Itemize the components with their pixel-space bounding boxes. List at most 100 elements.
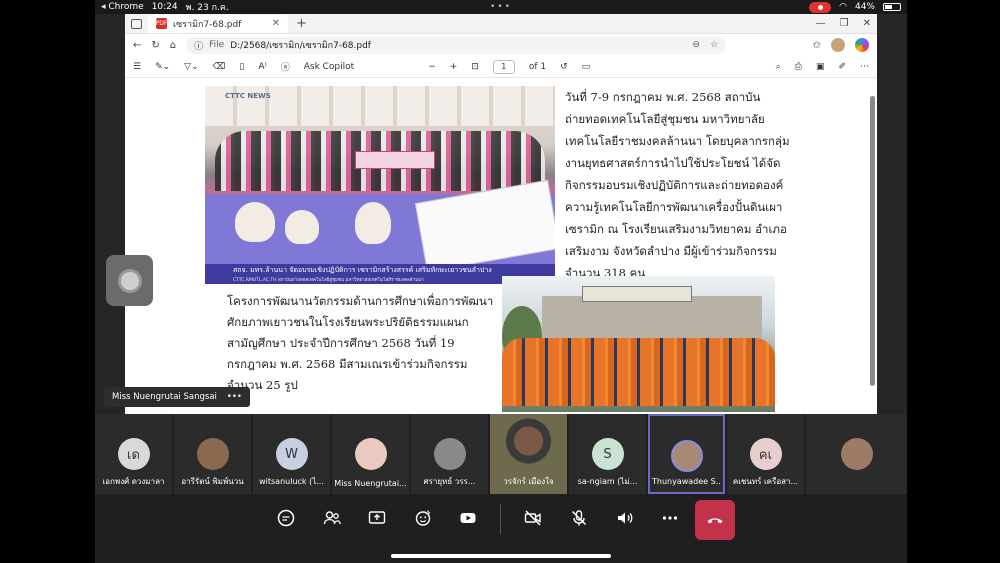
- multitask-dots-icon[interactable]: •••: [490, 2, 512, 12]
- youtube-icon[interactable]: [456, 506, 480, 530]
- save-icon[interactable]: ▣: [816, 62, 825, 72]
- more-options-icon[interactable]: [658, 506, 682, 530]
- leave-call-button[interactable]: [695, 500, 735, 540]
- erase-icon[interactable]: ⌫: [213, 62, 226, 72]
- wifi-icon: ◠: [839, 2, 847, 12]
- read-aloud-icon[interactable]: A⁾: [258, 62, 266, 72]
- participant-tile[interactable]: S sa-ngiam (ไม่...: [569, 414, 646, 494]
- participant-tile[interactable]: อารีรัตน์ พิมพ์นวน: [174, 414, 251, 494]
- controls-divider: [500, 504, 501, 534]
- home-indicator[interactable]: [391, 554, 611, 558]
- info-icon: ⓘ: [194, 41, 204, 52]
- participant-tile[interactable]: Miss Nuengrutai...: [332, 414, 409, 494]
- reload-icon[interactable]: ↻: [151, 40, 159, 51]
- back-arrow-icon[interactable]: ←: [133, 40, 141, 51]
- vertical-scrollbar[interactable]: [870, 96, 875, 386]
- copilot-icon[interactable]: [855, 38, 869, 52]
- close-window-icon[interactable]: ✕: [863, 18, 871, 29]
- battery-icon: [883, 3, 901, 11]
- home-icon[interactable]: ⌂: [170, 40, 176, 51]
- browser-window: PDF เซรามิก7-68.pdf ✕ + — ❐ ✕ ← ↻ ⌂ ⓘ Fi…: [125, 14, 877, 414]
- translate-icon[interactable]: ⓐ: [281, 60, 290, 73]
- participant-avatar: [433, 438, 466, 470]
- back-to-app-link[interactable]: ◂ Chrome: [101, 2, 144, 12]
- save-as-icon[interactable]: ✐: [838, 62, 846, 72]
- cttc-news-logo: CTTC NEWS: [225, 92, 271, 100]
- fit-page-icon[interactable]: ⊡: [471, 62, 479, 72]
- participants-strip: เด เอกพงศ์ ดวงมาลา อารีรัตน์ พิมพ์นวน W …: [95, 414, 907, 494]
- participant-avatar: [196, 438, 229, 470]
- assistive-touch-button[interactable]: [106, 255, 153, 306]
- page-layout-icon[interactable]: ▭: [582, 62, 591, 72]
- tab-bar: PDF เซรามิก7-68.pdf ✕ + — ❐ ✕: [125, 14, 877, 34]
- speaker-icon[interactable]: [613, 506, 637, 530]
- meeting-controls: [95, 494, 907, 563]
- zoom-out-icon[interactable]: −: [428, 62, 436, 72]
- favorites-icon[interactable]: ✩: [813, 40, 821, 51]
- recording-icon: [809, 1, 832, 13]
- reactions-icon[interactable]: [411, 506, 435, 530]
- page-number-input[interactable]: 1: [492, 59, 515, 74]
- more-options-icon[interactable]: ⋯: [860, 62, 869, 72]
- pdf-icon: PDF: [155, 18, 168, 29]
- share-screen-icon[interactable]: [365, 506, 389, 530]
- ask-copilot-button[interactable]: Ask Copilot: [304, 62, 354, 72]
- close-tab-icon[interactable]: ✕: [272, 18, 280, 29]
- pdf-page: CTTC NEWS สถจ. มทร.ล้านนา จัดอบรมเชิงปฏิ…: [205, 86, 790, 414]
- presenter-more-icon[interactable]: •••: [227, 392, 242, 402]
- participant-tile[interactable]: [806, 414, 907, 494]
- url-field[interactable]: ⓘ File D:/2568/เซรามิก/เซรามิก7-68.pdf ⊖…: [186, 36, 727, 54]
- participant-name: เอกพงศ์ ดวงมาลา: [102, 477, 165, 486]
- minimize-icon[interactable]: —: [816, 18, 826, 29]
- participant-avatar: เด: [117, 438, 150, 470]
- pdf-viewer[interactable]: CTTC NEWS สถจ. มทร.ล้านนา จัดอบรมเชิงปฏิ…: [125, 78, 877, 414]
- status-bar: ◂ Chrome 10:24 พ. 23 ก.ค. ••• ◠ 44%: [95, 0, 907, 14]
- participant-name: อารีรัตน์ พิมพ์นวน: [181, 477, 244, 486]
- participant-name: วรจักร์ เมืองใจ: [503, 477, 554, 486]
- screen: ◂ Chrome 10:24 พ. 23 ก.ค. ••• ◠ 44% PDF …: [0, 0, 1000, 563]
- participant-tile[interactable]: เด เอกพงศ์ ดวงมาลา: [95, 414, 172, 494]
- mic-off-icon[interactable]: [567, 506, 591, 530]
- participant-tile[interactable]: W witsanuluck (ไ...: [253, 414, 330, 494]
- novice-monks-photo: [502, 276, 775, 412]
- contents-icon[interactable]: ☰: [133, 62, 141, 72]
- rotate-icon[interactable]: ↺: [560, 62, 568, 72]
- participant-tile[interactable]: ศรายุทธ์ วรร...: [411, 414, 488, 494]
- participant-video-tile[interactable]: วรจักร์ เมืองใจ: [490, 414, 567, 494]
- tab-pdf[interactable]: PDF เซรามิก7-68.pdf ✕: [148, 14, 288, 33]
- status-time: 10:24: [151, 2, 178, 12]
- status-date: พ. 23 ก.ค.: [185, 3, 229, 13]
- ceramic-workshop-photo: CTTC NEWS สถจ. มทร.ล้านนา จัดอบรมเชิงปฏิ…: [205, 86, 555, 284]
- participant-avatar: S: [591, 438, 624, 470]
- paragraph-workshop: วันที่ 7-9 กรกฎาคม พ.ศ. 2568 สถาบันถ่ายท…: [565, 90, 790, 280]
- draw-icon[interactable]: ▽⌄: [184, 62, 198, 72]
- address-bar: ← ↻ ⌂ ⓘ File D:/2568/เซรามิก/เซรามิก7-68…: [125, 34, 877, 56]
- new-tab-icon[interactable]: +: [296, 16, 307, 31]
- participant-name: Thunyawadee S...: [652, 477, 721, 486]
- search-icon[interactable]: ⌕: [776, 62, 781, 72]
- url-scheme-label: File: [209, 40, 225, 50]
- url-text: D:/2568/เซรามิก/เซรามิก7-68.pdf: [230, 41, 371, 51]
- zoom-icon[interactable]: ⊖: [693, 40, 701, 50]
- participant-name: ศรายุทธ์ วรร...: [423, 477, 476, 486]
- print-icon[interactable]: ⎙: [795, 62, 802, 72]
- participant-video: [490, 414, 567, 474]
- highlight-icon[interactable]: ✎⌄: [155, 62, 170, 72]
- favorite-star-icon[interactable]: ☆: [710, 40, 718, 50]
- profile-avatar[interactable]: [831, 38, 845, 52]
- chat-icon[interactable]: [274, 506, 298, 530]
- tab-title: เซรามิก7-68.pdf: [173, 19, 242, 30]
- page-view-icon[interactable]: ▯: [239, 62, 244, 72]
- paragraph-novice-monks: โครงการพัฒนานวัตกรรมด้านการศึกษาเพื่อการ…: [227, 294, 494, 392]
- people-icon[interactable]: [320, 506, 344, 530]
- left-letterbox: [0, 0, 95, 563]
- participant-tile-speaking[interactable]: Thunyawadee S...: [648, 414, 725, 494]
- maximize-icon[interactable]: ❐: [840, 18, 849, 29]
- zoom-in-icon[interactable]: +: [450, 62, 458, 72]
- participant-tile[interactable]: คเ คเชนทร์ เครือสา...: [727, 414, 804, 494]
- presenter-name: Miss Nuengrutai Sangsai: [112, 392, 217, 402]
- participant-avatar: [354, 438, 387, 470]
- participant-avatar: คเ: [749, 438, 782, 470]
- tab-actions-icon[interactable]: [131, 18, 142, 29]
- camera-off-icon[interactable]: [521, 506, 545, 530]
